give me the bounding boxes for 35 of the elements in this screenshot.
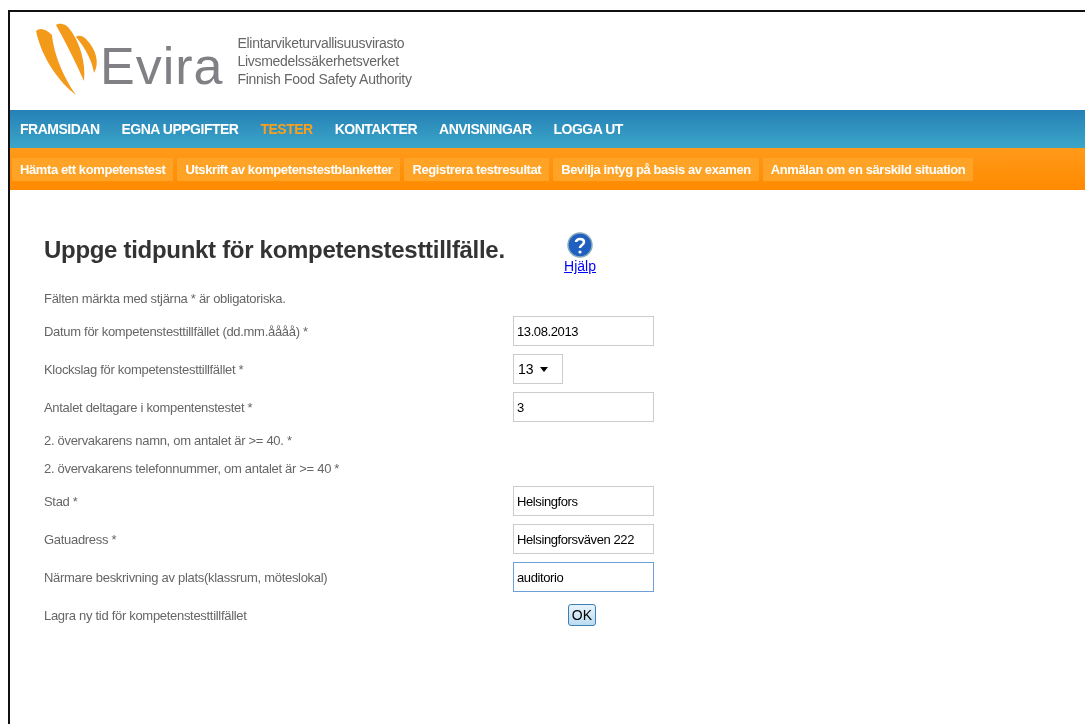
hour-select[interactable]: 13 [513, 354, 563, 384]
form-note: Fälten märkta med stjärna * är obligatoriska. [44, 290, 286, 306]
field-label: Datum för kompetenstesttillfället (dd.mm.åååå) * [44, 323, 308, 339]
field-label: Lagra ny tid för kompetenstesttillfället [44, 607, 247, 623]
field-label: Gatuadress * [44, 531, 117, 547]
caret-icon [539, 366, 548, 372]
input-field[interactable]: 13.08.2013 [513, 316, 654, 346]
agency-name: Finnish Food Safety Authority [237, 70, 412, 88]
nav-link[interactable]: LOGGA UT [553, 121, 623, 137]
sub-nav-link[interactable]: Bevilja intyg på basis av examen [553, 157, 759, 181]
input-field[interactable]: auditorio [513, 562, 654, 592]
nav-link[interactable]: KONTAKTER [334, 121, 417, 137]
ok-button[interactable]: OK [567, 604, 596, 626]
form-note: 2. övervakarens namn, om antalet är >= 40. * [44, 432, 292, 448]
field-label: Klockslag för kompetenstesttillfället * [44, 361, 244, 377]
field-label: Närmare beskrivning av plats(klassrum, möteslokal) [44, 569, 328, 585]
input-field[interactable]: Helsingfors [513, 486, 654, 516]
input-field[interactable]: Helsingforsväven 222 [513, 524, 654, 554]
sub-nav-link[interactable]: Registrera testresultat [404, 157, 550, 181]
page-title: Uppge tidpunkt för kompetenstesttillfälle. [44, 236, 505, 264]
nav-link[interactable]: EGNA UPPGIFTER [121, 121, 239, 137]
nav-link[interactable]: ANVISNINGAR [439, 121, 532, 137]
input-field[interactable]: 3 [513, 392, 654, 422]
sub-nav-link[interactable]: Hämta ett kompetenstest [12, 157, 174, 181]
sub-nav-link[interactable]: Anmälan om en särskild situation [762, 157, 974, 181]
form-note: 2. övervakarens telefonnummer, om antalet är >= 40 * [44, 460, 340, 476]
field-label: Stad * [44, 493, 78, 509]
agency-name: Elintarviketurvallisuusvirasto [237, 34, 406, 52]
help-icon[interactable] [567, 232, 594, 258]
help-link[interactable]: Hjälp [564, 258, 596, 274]
agency-name: Livsmedelssäkerhetsverket [237, 52, 400, 70]
sub-nav-link[interactable]: Utskrift av kompetenstestblanketter [177, 157, 401, 181]
logo-text: Evira [100, 36, 224, 96]
field-label: Antalet deltagare i kompentenstestet * [44, 399, 253, 415]
nav-link[interactable]: FRAMSIDAN [20, 121, 100, 137]
